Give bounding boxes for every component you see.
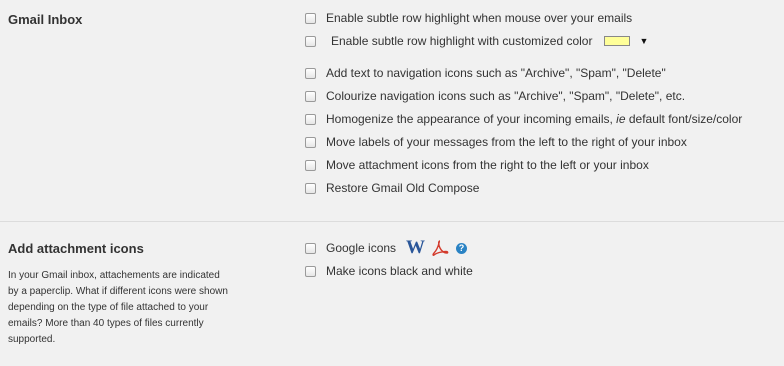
checkbox[interactable]: [305, 12, 316, 24]
checkbox[interactable]: [305, 113, 316, 125]
option-label: Enable subtle row highlight with customi…: [331, 34, 593, 48]
option-label: Move labels of your messages from the le…: [326, 135, 687, 149]
option-move-attachment-icons[interactable]: Move attachment icons from the right to …: [305, 156, 649, 174]
option-label-italic: ie: [616, 112, 626, 126]
option-label: Colourize navigation icons such as "Arch…: [326, 89, 686, 103]
option-label: Add text to navigation icons such as "Ar…: [326, 66, 666, 80]
option-colourize-nav-icons[interactable]: Colourize navigation icons such as "Arch…: [305, 87, 685, 105]
word-icon: W: [406, 237, 426, 258]
gmail-inbox-section: Gmail Inbox Enable subtle row highlight …: [0, 0, 784, 220]
option-homogenize[interactable]: Homogenize the appearance of your incomi…: [305, 110, 742, 128]
checkbox[interactable]: [305, 90, 316, 102]
option-nav-icon-text[interactable]: Add text to navigation icons such as "Ar…: [305, 64, 666, 82]
option-label: Move attachment icons from the right to …: [326, 158, 649, 172]
checkbox[interactable]: [305, 242, 316, 254]
option-label: Enable subtle row highlight when mouse o…: [326, 11, 633, 25]
option-restore-old-compose[interactable]: Restore Gmail Old Compose: [305, 179, 479, 197]
checkbox[interactable]: [305, 35, 316, 47]
option-label-rest: default font/size/color: [628, 112, 743, 126]
option-label: Homogenize the appearance of your incomi…: [326, 112, 742, 126]
option-row-highlight-color[interactable]: Enable subtle row highlight with customi…: [305, 32, 648, 50]
attachment-icons-title: Add attachment icons: [8, 241, 144, 256]
option-label: Make icons black and white: [326, 264, 473, 278]
checkbox[interactable]: [305, 159, 316, 171]
chevron-down-icon[interactable]: ▼: [639, 36, 648, 46]
option-label: Restore Gmail Old Compose: [326, 181, 480, 195]
option-row-highlight-hover[interactable]: Enable subtle row highlight when mouse o…: [305, 9, 632, 27]
checkbox[interactable]: [305, 182, 316, 194]
attachment-icons-description: In your Gmail inbox, attachements are in…: [8, 270, 228, 345]
option-move-labels[interactable]: Move labels of your messages from the le…: [305, 133, 687, 151]
attachment-icons-section: Add attachment icons In your Gmail inbox…: [0, 222, 784, 366]
highlight-color-swatch[interactable]: [604, 36, 631, 46]
checkbox[interactable]: [305, 67, 316, 79]
pdf-icon: [431, 239, 449, 257]
help-icon[interactable]: ?: [456, 242, 468, 254]
option-label-main: Homogenize the appearance of your incomi…: [326, 112, 613, 126]
checkbox[interactable]: [305, 265, 316, 277]
option-icons-black-white[interactable]: Make icons black and white: [305, 262, 473, 280]
option-label: Google icons: [326, 241, 397, 255]
checkbox[interactable]: [305, 136, 316, 148]
gmail-inbox-title: Gmail Inbox: [8, 12, 83, 27]
option-google-icons[interactable]: Google icons W ?: [305, 237, 468, 258]
